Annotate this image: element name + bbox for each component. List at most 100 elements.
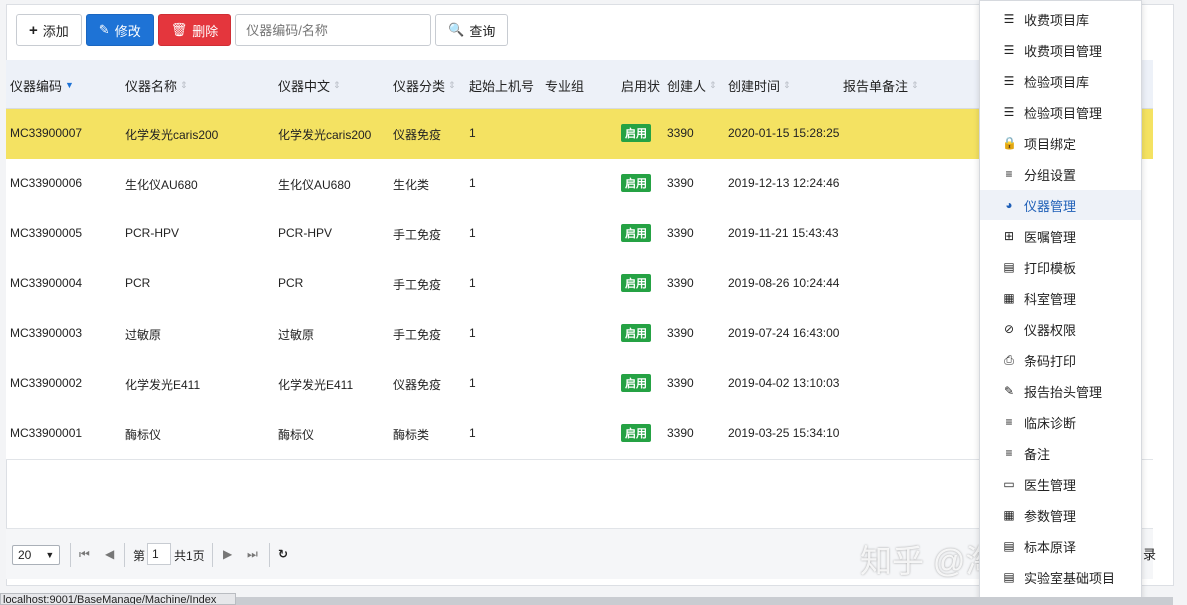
cell-name: PCR: [125, 276, 151, 290]
search-input[interactable]: [235, 14, 432, 46]
menu-item[interactable]: ▦ 参数管理: [980, 500, 1141, 530]
menu-item-label: 仪器权限: [1024, 322, 1077, 338]
cell-time: 2019-07-24 16:43:00: [728, 326, 840, 340]
cell-code: MC33900004: [10, 276, 83, 290]
menu-item[interactable]: ≡ 备注: [980, 438, 1141, 468]
cell-time: 2019-08-26 10:24:44: [728, 276, 840, 290]
cell-code: MC33900003: [10, 326, 83, 340]
first-page-icon[interactable]: ⏮: [79, 547, 90, 562]
menu-item-label: 条码打印: [1024, 353, 1077, 369]
cell-time: 2019-11-21 15:43:43: [728, 226, 839, 240]
menu-item[interactable]: ▤ 打印模板: [980, 252, 1141, 282]
menu-item[interactable]: ◕ 仪器管理: [980, 190, 1141, 220]
menu-item[interactable]: ⊞ 医嘱管理: [980, 221, 1141, 251]
menu-item[interactable]: ▦ 科室管理: [980, 283, 1141, 313]
query-button[interactable]: 🔍 查询: [435, 14, 509, 46]
pen-icon: ✎: [1003, 384, 1015, 398]
last-page-icon[interactable]: ⏭: [247, 547, 258, 562]
column-header-code[interactable]: 仪器编码 ▼: [10, 76, 74, 95]
status-badge: 启用: [621, 124, 651, 142]
add-button[interactable]: + 添加: [16, 14, 82, 46]
menu-item[interactable]: ⎙ 条码打印: [980, 345, 1141, 375]
column-header-group[interactable]: 专业组: [545, 76, 584, 95]
horizontal-scrollbar[interactable]: [236, 597, 1173, 605]
cell-cn: 过敏原: [278, 328, 315, 342]
pager-divider: [212, 543, 213, 567]
status-badge: 启用: [621, 424, 651, 442]
prev-page-icon[interactable]: ◀: [105, 547, 114, 561]
next-page-icon[interactable]: ▶: [223, 547, 232, 561]
menu-item-label: 备注: [1024, 446, 1051, 462]
menu-item-label: 医嘱管理: [1024, 229, 1077, 245]
cell-code: MC33900007: [10, 126, 83, 140]
menu-item-label: 检验项目库: [1024, 74, 1090, 90]
cell-category: 手工免疫: [393, 228, 442, 242]
menu-item[interactable]: ▭ 医生管理: [980, 469, 1141, 499]
page-number-input[interactable]: 1: [147, 543, 171, 565]
menu-item[interactable]: ≡ 分组设置: [980, 159, 1141, 189]
cell-code: MC33900002: [10, 376, 83, 390]
cell-time: 2019-03-25 15:34:10: [728, 426, 840, 440]
sort-icon: ⇕: [448, 80, 456, 90]
cell-creator: 3390: [667, 176, 694, 190]
column-header-cn[interactable]: 仪器中文 ⇕: [278, 76, 341, 95]
menu-item-label: 实验室基础项目: [1024, 570, 1116, 586]
sort-icon: ⇕: [333, 80, 341, 90]
sort-icon: ⇕: [180, 80, 188, 90]
cell-start: 1: [469, 326, 476, 340]
cell-category: 手工免疫: [393, 278, 442, 292]
bars-icon: ≡: [1005, 446, 1013, 460]
menu-item-label: 临床诊断: [1024, 415, 1077, 431]
cell-code: MC33900001: [10, 426, 83, 440]
file-icon: ▤: [1003, 260, 1015, 274]
refresh-icon[interactable]: ↻: [278, 547, 288, 561]
menu-item-label: 参数管理: [1024, 508, 1077, 524]
menu-item[interactable]: ✎ 报告抬头管理: [980, 376, 1141, 406]
menu-item-label: 标本原译: [1024, 539, 1077, 555]
cell-cn: PCR-HPV: [278, 226, 333, 240]
column-header-start[interactable]: 起始上机号: [469, 76, 534, 95]
menu-item-label: 打印模板: [1024, 260, 1077, 276]
menu-item[interactable]: ☰ 收费项目管理: [980, 35, 1141, 65]
menu-item[interactable]: ≡ 临床诊断: [980, 407, 1141, 437]
column-header-status[interactable]: 启用状: [621, 76, 660, 95]
column-header-remark[interactable]: 报告单备注 ⇕: [843, 76, 919, 95]
file-icon: ▤: [1003, 539, 1015, 553]
menu-item[interactable]: ☰ 检验项目库: [980, 66, 1141, 96]
menu-item[interactable]: 🔒 项目绑定: [980, 128, 1141, 158]
cell-name: 过敏原: [125, 328, 162, 342]
menu-item-label: 科室管理: [1024, 291, 1077, 307]
menu-item[interactable]: ☰ 收费项目库: [980, 4, 1141, 34]
menu-item[interactable]: ☰ 检验项目管理: [980, 97, 1141, 127]
edit-button[interactable]: ✎ 修改: [85, 14, 154, 46]
menu-item[interactable]: ▤ 标本原译: [980, 531, 1141, 561]
list-icon: ☰: [1003, 12, 1015, 26]
menu-item-label: 仪器管理: [1024, 198, 1077, 214]
cell-creator: 3390: [667, 376, 694, 390]
lock-icon: 🔒: [1002, 136, 1017, 150]
menu-item[interactable]: ▤ 实验室基础项目: [980, 562, 1141, 592]
page-size-select[interactable]: 20 ▼: [12, 545, 60, 565]
context-menu: ☰ 收费项目库 ☰ 收费项目管理 ☰ 检验项目库 ☰ 检验项目管理 🔒 项目绑定 ≡ 分组设置 ◕ 仪器管…: [979, 0, 1142, 605]
sort-icon: ⇕: [911, 80, 919, 90]
column-header-creator[interactable]: 创建人 ⇕: [667, 76, 717, 95]
cell-code: MC33900006: [10, 176, 83, 190]
cell-category: 酶标类: [393, 428, 430, 442]
sort-desc-icon: ▼: [65, 80, 74, 90]
medkit-icon: ⊞: [1003, 229, 1015, 243]
cell-category: 仪器免疫: [393, 128, 442, 142]
bars-icon: ≡: [1005, 167, 1013, 181]
status-badge: 启用: [621, 174, 651, 192]
list-icon: ☰: [1003, 43, 1015, 57]
cell-start: 1: [469, 126, 476, 140]
list-icon: ☰: [1003, 105, 1015, 119]
column-header-category[interactable]: 仪器分类 ⇕: [393, 76, 456, 95]
menu-item[interactable]: ⊘ 仪器权限: [980, 314, 1141, 344]
menu-item-label: 报告抬头管理: [1024, 384, 1103, 400]
menu-item-label: 收费项目管理: [1024, 43, 1103, 59]
cell-name: 生化仪AU680: [125, 178, 198, 192]
column-header-time[interactable]: 创建时间 ⇕: [728, 76, 791, 95]
column-header-name[interactable]: 仪器名称 ⇕: [125, 76, 188, 95]
delete-button[interactable]: 🗑 删除: [157, 14, 232, 46]
cell-creator: 3390: [667, 426, 694, 440]
